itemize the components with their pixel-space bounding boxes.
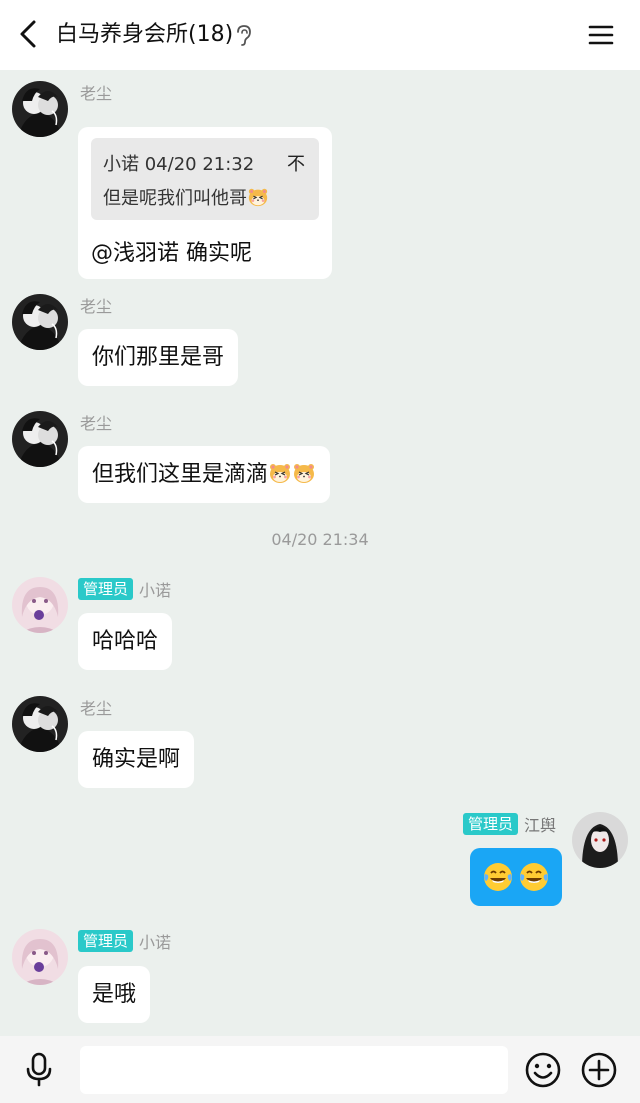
quote-meta: 小诺 04/20 21:32 [103,154,255,175]
chat-header: 白马养身会所(18) [0,0,640,70]
hamster-emoji-icon [247,186,269,208]
sender-label: 老尘 [80,297,113,316]
avatar[interactable] [12,577,68,633]
avatar[interactable] [12,929,68,985]
emoji-picker-icon[interactable] [524,1051,562,1089]
user-avatar-image [12,696,68,752]
message-bubble[interactable]: 小诺 04/20 21:32 不 但是呢我们叫他哥 @浅羽诺 确实呢 [78,127,332,279]
message-bubble[interactable]: 哈哈哈 [78,613,173,670]
quoted-message[interactable]: 小诺 04/20 21:32 不 但是呢我们叫他哥 [91,138,319,220]
back-button[interactable] [10,16,46,52]
avatar[interactable] [572,812,628,868]
input-bar [0,1036,640,1103]
message-bubble[interactable]: 确实是啊 [78,731,195,788]
user-avatar-image [12,577,68,633]
ear-icon [237,25,251,46]
sender-name: 老尘 [80,293,112,317]
message-text: 但我们这里是滴滴 [92,462,269,487]
admin-badge: 管理员 [78,578,134,600]
timestamp: 04/20 21:34 [271,530,369,549]
sender-name: 管理员 小诺 [78,929,171,953]
add-attachment-icon[interactable] [580,1051,618,1089]
sender-label: 小诺 [139,933,172,952]
hamster-emoji-icon [292,461,316,485]
sender-name: 管理员 江舆 [462,812,556,836]
message-bubble[interactable] [470,848,562,906]
sender-label: 小诺 [139,581,172,600]
sender-name: 老尘 [80,695,112,719]
message-bubble[interactable]: 是哦 [78,966,151,1023]
user-avatar-image [12,81,68,137]
user-avatar-image [572,812,628,868]
sender-name: 老尘 [80,410,112,434]
message-text: 哈哈哈 [92,629,159,654]
microphone-icon [26,1052,52,1087]
user-avatar-image [12,294,68,350]
laughing-crying-emoji-icon [518,861,550,893]
reply-text: @浅羽诺 确实呢 [91,241,252,266]
sender-label: 老尘 [80,414,113,433]
avatar[interactable] [12,81,68,137]
message-list[interactable]: 老尘 小诺 04/20 21:32 不 但是呢我们叫他哥 @浅羽诺 确实呢 老尘… [0,70,640,1036]
voice-button[interactable] [20,1050,58,1090]
hamburger-menu-icon [588,25,614,45]
message-text: 是哦 [92,982,137,1007]
menu-button[interactable] [584,18,618,52]
user-avatar-image [12,929,68,985]
quote-text-label: 但是呢我们叫他哥 [103,188,247,209]
avatar[interactable] [12,696,68,752]
hamster-emoji-icon [268,461,292,485]
quote-text: 但是呢我们叫他哥 [103,184,269,210]
admin-badge: 管理员 [78,930,134,952]
avatar[interactable] [12,294,68,350]
laughing-crying-emoji-icon [482,861,514,893]
sender-label: 江舆 [523,816,556,835]
message-text: 你们那里是哥 [92,345,225,370]
admin-badge: 管理员 [462,813,518,835]
sender-name: 管理员 小诺 [78,577,171,601]
user-avatar-image [12,411,68,467]
sender-label: 老尘 [80,699,113,718]
sender-name: 老尘 [80,80,112,104]
message-bubble[interactable]: 你们那里是哥 [78,329,239,386]
sender-label: 老尘 [80,84,113,103]
chat-title: 白马养身会所(18) [56,22,234,47]
message-text: 确实是啊 [92,747,181,772]
avatar[interactable] [12,411,68,467]
message-bubble[interactable]: 但我们这里是滴滴 [78,446,331,503]
chevron-left-icon [20,20,36,48]
message-input[interactable] [80,1046,508,1094]
quote-pin-mark: 不 [287,154,305,175]
